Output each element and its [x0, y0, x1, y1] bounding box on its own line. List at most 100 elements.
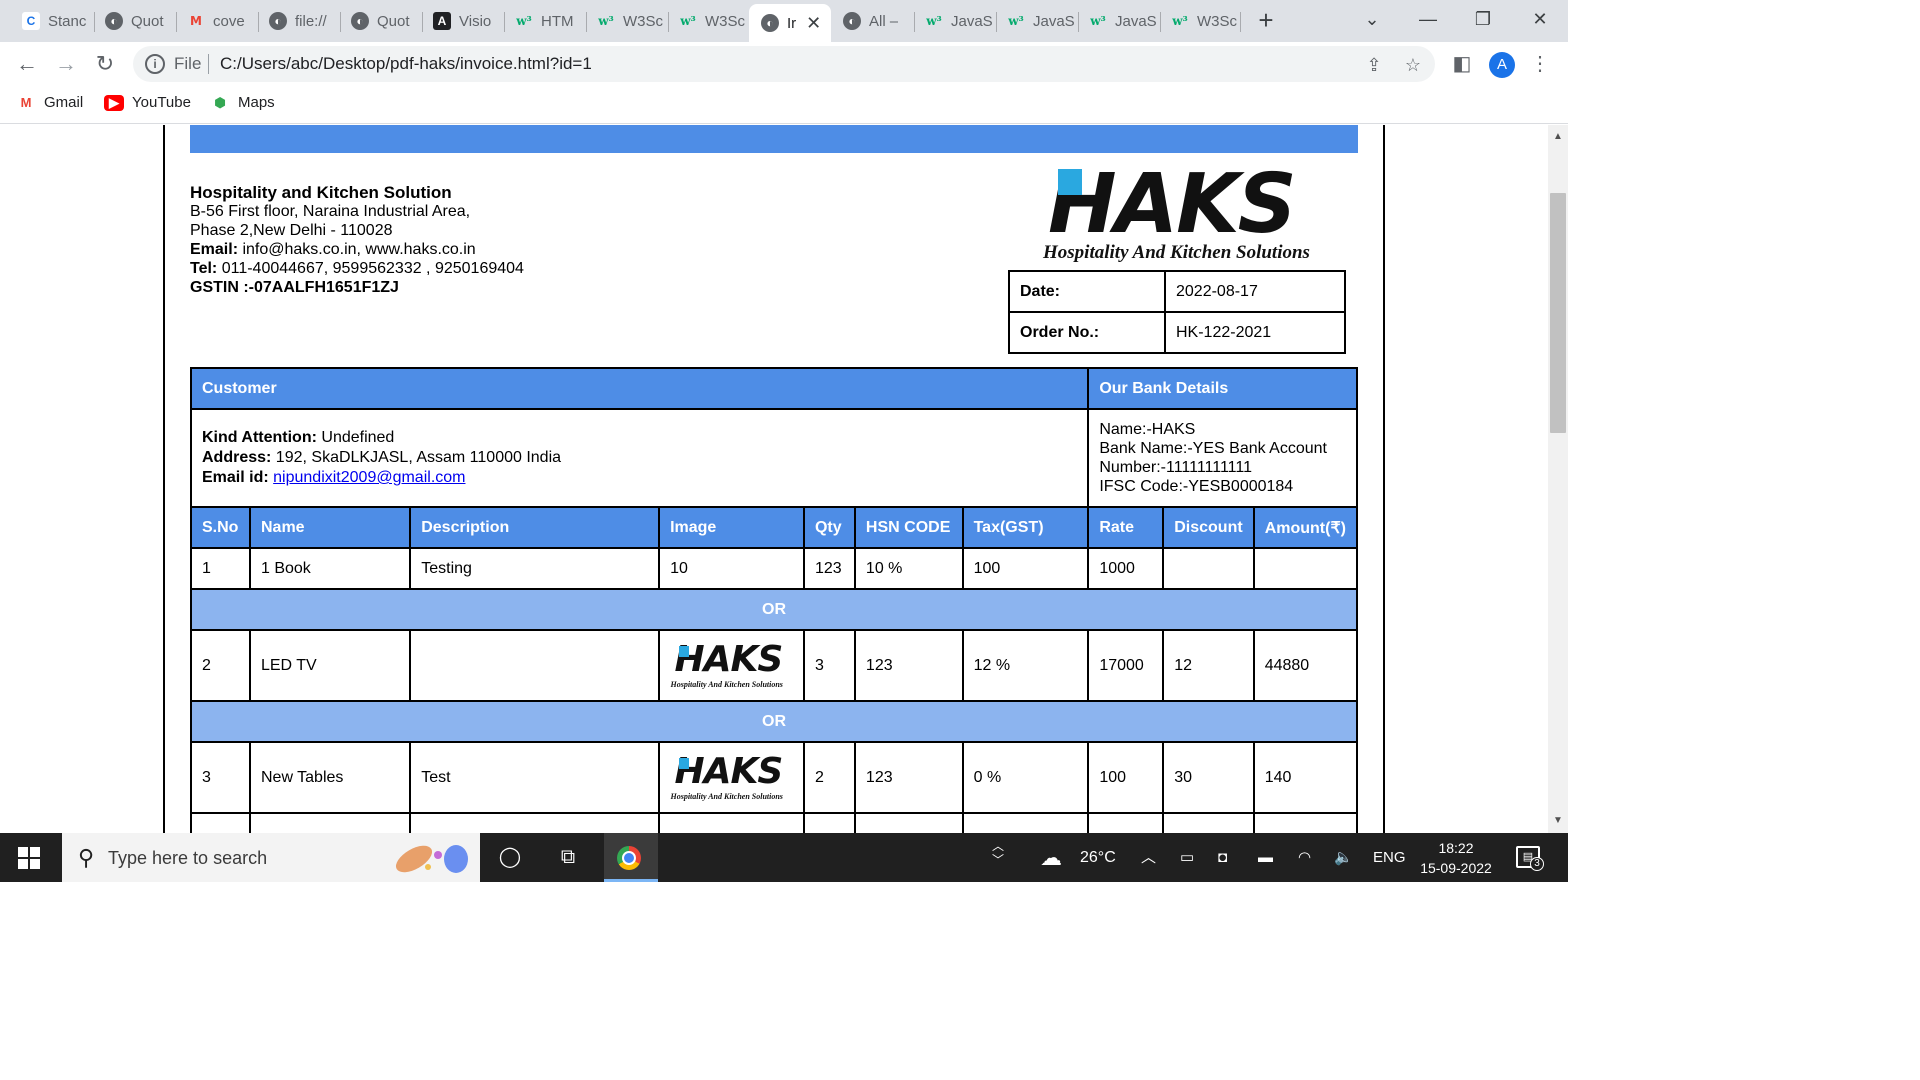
bookmark-label: YouTube: [132, 94, 191, 111]
w3schools-icon: w³: [516, 14, 532, 28]
col-name: Name: [248, 506, 412, 549]
scrollbar-thumb[interactable]: [1550, 193, 1566, 433]
bookmark-star-icon[interactable]: ☆: [1401, 53, 1425, 77]
info-icon[interactable]: i: [145, 54, 165, 74]
language-indicator[interactable]: ENG: [1373, 833, 1406, 882]
clock-time: 18:22: [1438, 840, 1474, 856]
w3schools-icon: w³: [598, 14, 614, 28]
weather-cloud-icon[interactable]: ☁: [1040, 833, 1062, 882]
chrome-taskbar-app[interactable]: [604, 833, 658, 882]
minimize-icon[interactable]: —: [1408, 4, 1448, 34]
scheme-label: File: [174, 54, 202, 73]
battery-icon[interactable]: ▬: [1258, 833, 1273, 882]
browser-tab[interactable]: ◐ Quot: [93, 4, 175, 38]
bookmarks-bar: M Gmail ▶ YouTube ⬢ Maps: [0, 86, 1568, 124]
taskbar-search-box[interactable]: ⚲ Type here to search: [62, 833, 480, 882]
close-window-icon[interactable]: ✕: [1520, 4, 1560, 34]
page-viewport[interactable]: Hospitality and Kitchen Solution B-56 Fi…: [0, 125, 1548, 833]
browser-tab-active[interactable]: ◐ Ir ✕: [749, 4, 831, 42]
scroll-up-icon[interactable]: ▲: [1553, 131, 1563, 142]
globe-icon: ◐: [269, 12, 287, 30]
camera-icon[interactable]: ◘: [1218, 833, 1227, 882]
close-tab-icon[interactable]: ✕: [806, 13, 821, 34]
tab-title: Stanc: [48, 12, 87, 30]
bookmark-label: Gmail: [44, 94, 84, 111]
browser-toolbar: ← → ↻ i File C:/Users/abc/Desktop/pdf-ha…: [0, 42, 1568, 86]
browser-tab[interactable]: w³ W3Sc: [667, 4, 749, 38]
tab-title: Ir: [787, 14, 797, 32]
volume-icon[interactable]: 🔈: [1334, 833, 1353, 882]
forward-arrow-icon[interactable]: →: [51, 49, 81, 79]
tab-title: All –: [869, 12, 899, 30]
logo-word: HAKS: [1048, 157, 1297, 252]
or-separator-row: OR: [190, 588, 1358, 631]
globe-icon: ◐: [761, 14, 779, 32]
weather-temp[interactable]: 26°C: [1080, 833, 1116, 882]
browser-tab[interactable]: w³ JavaS: [1077, 4, 1159, 38]
wifi-icon[interactable]: ◠: [1298, 833, 1311, 882]
windows-taskbar: ⚲ Type here to search ◯ ⧉ ︿ ﹀ ☁ 26°C ︿ ▭ …: [0, 833, 1568, 882]
tab-search-icon[interactable]: ⌄: [1352, 4, 1392, 34]
back-arrow-icon[interactable]: ←: [12, 49, 42, 79]
browser-tab[interactable]: w³ HTM: [503, 4, 585, 38]
order-label: Order No.:: [1008, 311, 1166, 354]
haks-logo-thumbnail: HAKS Hospitality And Kitchen Solutions: [670, 638, 784, 689]
scroll-down-icon[interactable]: ▼: [1553, 815, 1563, 826]
tab-title: JavaS: [1033, 12, 1075, 30]
browser-tab[interactable]: w³ W3Sc: [1159, 4, 1241, 38]
menu-kebab-icon[interactable]: ⋮: [1525, 49, 1555, 79]
tab-title: W3Sc: [623, 12, 664, 30]
taskbar-clock[interactable]: 18:22 15-09-2022: [1414, 838, 1498, 878]
date-value: 2022-08-17: [1164, 270, 1346, 313]
cortana-icon[interactable]: ◯: [486, 833, 534, 882]
address-bar[interactable]: i File C:/Users/abc/Desktop/pdf-haks/inv…: [133, 46, 1435, 82]
profile-avatar[interactable]: A: [1489, 52, 1515, 78]
restore-icon[interactable]: ❐: [1463, 4, 1503, 34]
new-tab-button[interactable]: +: [1252, 6, 1280, 34]
col-qty: Qty: [802, 506, 856, 549]
browser-tab[interactable]: ◐ Quot: [339, 4, 421, 38]
browser-tab[interactable]: ◐ file://: [257, 4, 339, 38]
side-panel-icon[interactable]: ◧: [1447, 49, 1477, 79]
table-row: 2 LED TV HAKS Hospitality And Kitchen So…: [190, 629, 1359, 702]
share-icon[interactable]: ⇪: [1362, 53, 1386, 77]
gmail-icon: M: [190, 14, 202, 28]
device-icon[interactable]: ▭: [1180, 833, 1194, 882]
invoice-top-band: [190, 125, 1358, 153]
bookmark-gmail[interactable]: M Gmail: [16, 94, 84, 111]
angular-icon: A: [433, 12, 451, 30]
date-label: Date:: [1008, 270, 1166, 313]
page-scrollbar[interactable]: ▲ ▼: [1548, 125, 1568, 833]
reload-icon[interactable]: ↻: [90, 49, 120, 79]
browser-tab[interactable]: Mcove: [175, 4, 257, 38]
tray-expand-icon[interactable]: ︿ ﹀: [992, 839, 1004, 867]
gmail-icon: M: [20, 95, 32, 110]
globe-icon: ◐: [351, 12, 369, 30]
w3schools-icon: w³: [926, 14, 942, 28]
browser-tab[interactable]: A Visio: [421, 4, 503, 38]
bookmark-maps[interactable]: ⬢ Maps: [210, 94, 275, 111]
product-image: HAKS Hospitality And Kitchen Solutions: [658, 741, 805, 814]
customer-email-link[interactable]: nipundixit2009@gmail.com: [273, 469, 465, 486]
show-hidden-icons-icon[interactable]: ︿: [1141, 833, 1156, 882]
browser-tab[interactable]: C Stanc: [10, 4, 92, 38]
bank-header: Our Bank Details: [1087, 367, 1358, 410]
browser-tab[interactable]: w³ JavaS: [995, 4, 1077, 38]
logo-tagline: Hospitality And Kitchen Solutions: [1043, 242, 1310, 263]
col-discount: Discount: [1162, 506, 1255, 549]
company-details: Hospitality and Kitchen Solution B-56 Fi…: [190, 183, 524, 297]
order-value: HK-122-2021: [1164, 311, 1346, 354]
col-amount: Amount(₹): [1252, 506, 1359, 549]
col-sno: S.No: [190, 506, 251, 549]
browser-tab[interactable]: w³ W3Sc: [585, 4, 667, 38]
task-view-icon[interactable]: ⧉: [544, 833, 592, 882]
bookmark-label: Maps: [238, 94, 275, 111]
browser-tab[interactable]: w³ JavaS: [913, 4, 995, 38]
bookmark-youtube[interactable]: ▶ YouTube: [104, 94, 191, 111]
globe-icon: ◐: [843, 12, 861, 30]
tab-title: HTM: [541, 12, 574, 30]
browser-tab[interactable]: ◐ All –: [831, 4, 913, 38]
url-text[interactable]: C:/Users/abc/Desktop/pdf-haks/invoice.ht…: [220, 54, 592, 74]
col-description: Description: [409, 506, 661, 549]
windows-start-icon[interactable]: [18, 847, 40, 869]
